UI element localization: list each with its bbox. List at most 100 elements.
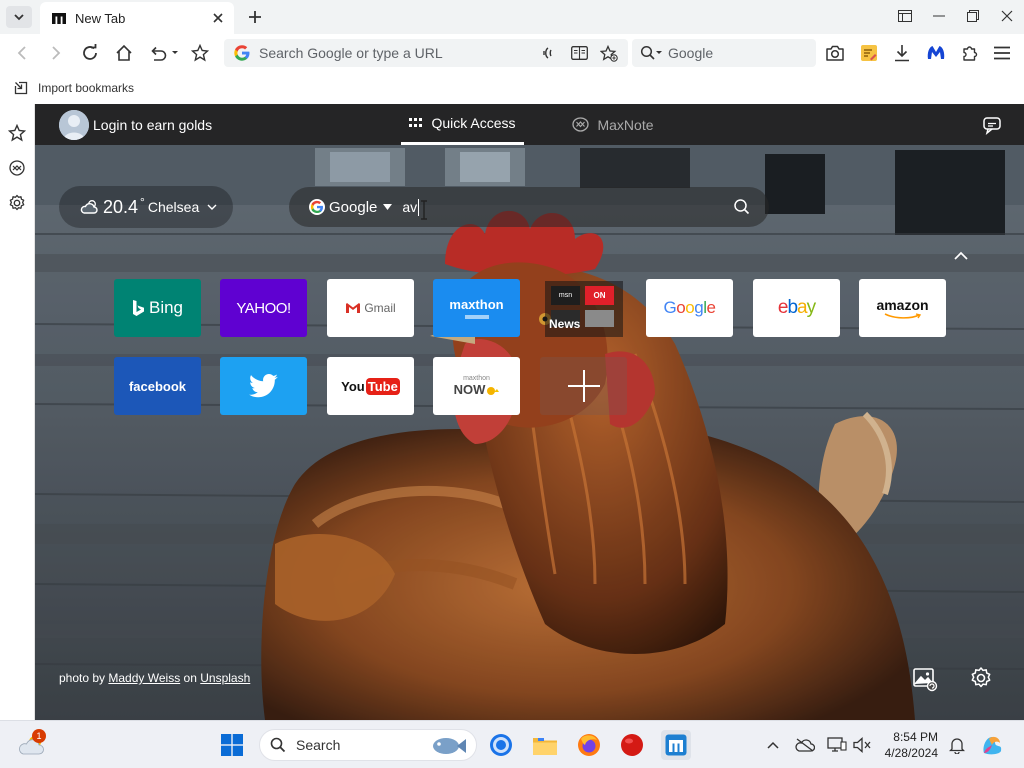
tile-add-shortcut[interactable] [540,357,627,415]
restore-icon[interactable] [956,0,990,32]
weather-widget[interactable]: 20.4 ° Chelsea [59,186,233,228]
tile-google-label: Google [663,298,716,317]
window-close-icon[interactable] [990,0,1024,32]
maxnote-icon[interactable] [6,157,28,179]
tile-maxthon-now-row: NOW [454,382,500,397]
windows-taskbar: 1 Search 8:54 PM 4/28/2024 [0,720,1024,768]
chevron-up-icon[interactable] [952,247,970,265]
tab-quick-access-label: Quick Access [431,115,516,131]
copilot-icon[interactable] [977,730,1007,760]
change-wallpaper-icon[interactable] [912,666,938,692]
home-icon[interactable] [112,42,136,64]
tab-maxnote[interactable]: MaxNote [563,104,663,145]
google-g-icon [234,45,250,61]
malwarebytes-extension-icon[interactable] [924,42,948,64]
partly-cloudy-icon [80,200,98,214]
caret-down-icon[interactable] [383,204,393,210]
toolbar-search-box[interactable]: Google [632,39,816,67]
main-search-bar[interactable]: Google av [289,187,769,227]
add-to-favorites-icon[interactable] [596,42,622,64]
weather-degree-unit: ° [140,195,145,209]
close-icon[interactable] [210,10,226,26]
chrome-app-icon[interactable] [486,730,516,760]
grid-icon [409,118,423,127]
undo-close-tab-icon[interactable] [146,42,180,64]
news-on-badge: ON [585,286,614,305]
read-aloud-icon[interactable] [536,42,562,64]
address-bar[interactable]: Search Google or type a URL [224,39,628,67]
maxnote-icon [572,117,590,132]
import-bookmarks-link[interactable]: Import bookmarks [38,81,134,95]
bookmarks-bar: Import bookmarks [0,72,1024,104]
screenshot-camera-icon[interactable] [823,42,847,64]
tile-facebook[interactable]: facebook [114,357,201,415]
tile-maxthon[interactable]: maxthon [433,279,520,337]
extensions-puzzle-icon[interactable] [958,42,982,64]
search-icon[interactable] [733,198,751,216]
file-explorer-icon[interactable] [530,730,560,760]
search-engine-label[interactable]: Google [329,199,377,216]
menu-hamburger-icon[interactable] [990,42,1014,64]
onedrive-icon[interactable] [790,730,820,760]
tile-google[interactable]: Google [646,279,733,337]
tab-new-tab[interactable]: New Tab [40,2,234,34]
chevron-down-icon[interactable] [207,204,217,211]
notification-bell-icon[interactable] [942,730,972,760]
photo-source-link[interactable]: Unsplash [200,671,250,685]
tile-ebay[interactable]: ebay [753,279,840,337]
taskbar-search-label: Search [296,737,341,753]
settings-gear-icon[interactable] [969,666,993,690]
tab-quick-access[interactable]: Quick Access [401,104,524,145]
tile-twitter[interactable] [220,357,307,415]
maxthon-logo-icon [50,9,68,27]
google-g-icon [309,199,325,215]
tile-youtube[interactable]: You Tube [327,357,414,415]
chevron-up-icon[interactable] [758,730,788,760]
taskbar-search-box[interactable]: Search [259,729,477,761]
new-tab-plus-icon[interactable] [244,6,266,28]
weather-city: Chelsea [147,199,200,215]
minimize-icon[interactable] [922,0,956,32]
photo-author-link[interactable]: Maddy Weiss [108,671,180,685]
tab-list-chevron-icon[interactable] [6,6,32,28]
maxthon-app-icon[interactable] [661,730,691,760]
back-arrow-icon[interactable] [10,42,34,64]
tile-news[interactable]: msn ON News [540,279,627,337]
tab-strip: New Tab [0,0,1024,34]
news-thumb [585,310,614,327]
tile-yahoo[interactable]: YAHOO! [220,279,307,337]
tile-amazon[interactable]: amazon [859,279,946,337]
login-button[interactable]: Login to earn golds [59,110,212,140]
settings-gear-icon[interactable] [6,192,28,214]
tile-bing[interactable]: Bing [114,279,201,337]
import-bookmarks-icon[interactable] [14,81,28,95]
feedback-chat-icon[interactable] [982,115,1002,135]
taskbar-clock[interactable]: 8:54 PM 4/28/2024 [868,729,938,761]
news-msn-badge: msn [551,286,580,305]
browser-toolbar: Search Google or type a URL Google [0,34,1024,72]
reload-icon[interactable] [78,42,102,64]
tile-amazon-label: amazon [876,297,929,313]
address-input[interactable]: Search Google or type a URL [259,45,536,61]
search-engine-dropdown-icon[interactable] [640,45,662,61]
reader-mode-icon[interactable] [566,42,592,64]
forward-arrow-icon[interactable] [44,42,68,64]
windows-start-icon[interactable] [217,730,247,760]
weather-temperature: 20.4 [103,196,139,217]
ibeam-cursor-icon [419,200,429,220]
red-ball-app-icon[interactable] [617,730,647,760]
download-icon[interactable] [890,42,914,64]
tile-gmail[interactable]: Gmail [327,279,414,337]
tile-maxthon-label: maxthon [449,297,504,312]
sidebar-layout-icon[interactable] [888,0,922,32]
tile-maxthon-now[interactable]: maxthon NOW [433,357,520,415]
search-query-input[interactable]: av [402,199,417,215]
notes-extension-icon[interactable] [857,42,881,64]
photo-credit: photo by Maddy Weiss on Unsplash [59,671,250,685]
firefox-app-icon[interactable] [574,730,604,760]
favorites-star-icon[interactable] [6,122,28,144]
tile-maxthon-now-sub: maxthon [463,375,490,382]
favorites-star-icon[interactable] [188,42,212,64]
side-panel [0,104,35,720]
photo-credit-mid: on [183,671,197,685]
